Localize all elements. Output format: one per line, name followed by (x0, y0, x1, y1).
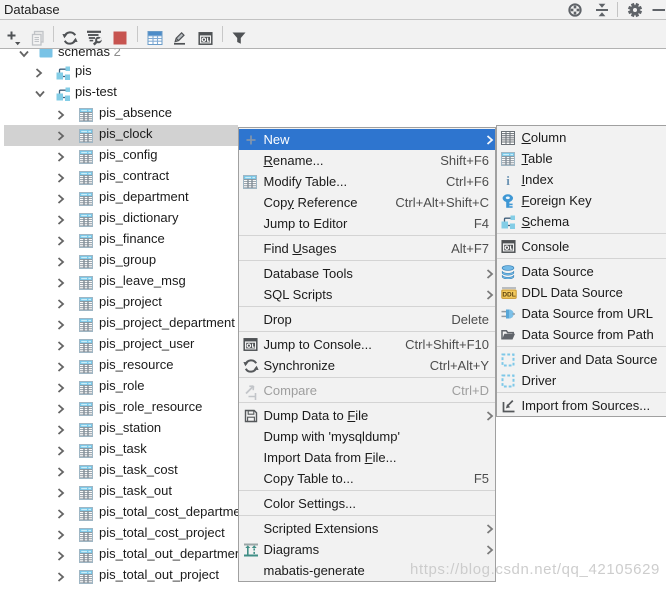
svg-text:DDL: DDL (502, 292, 515, 299)
svg-text:i: i (506, 173, 510, 187)
